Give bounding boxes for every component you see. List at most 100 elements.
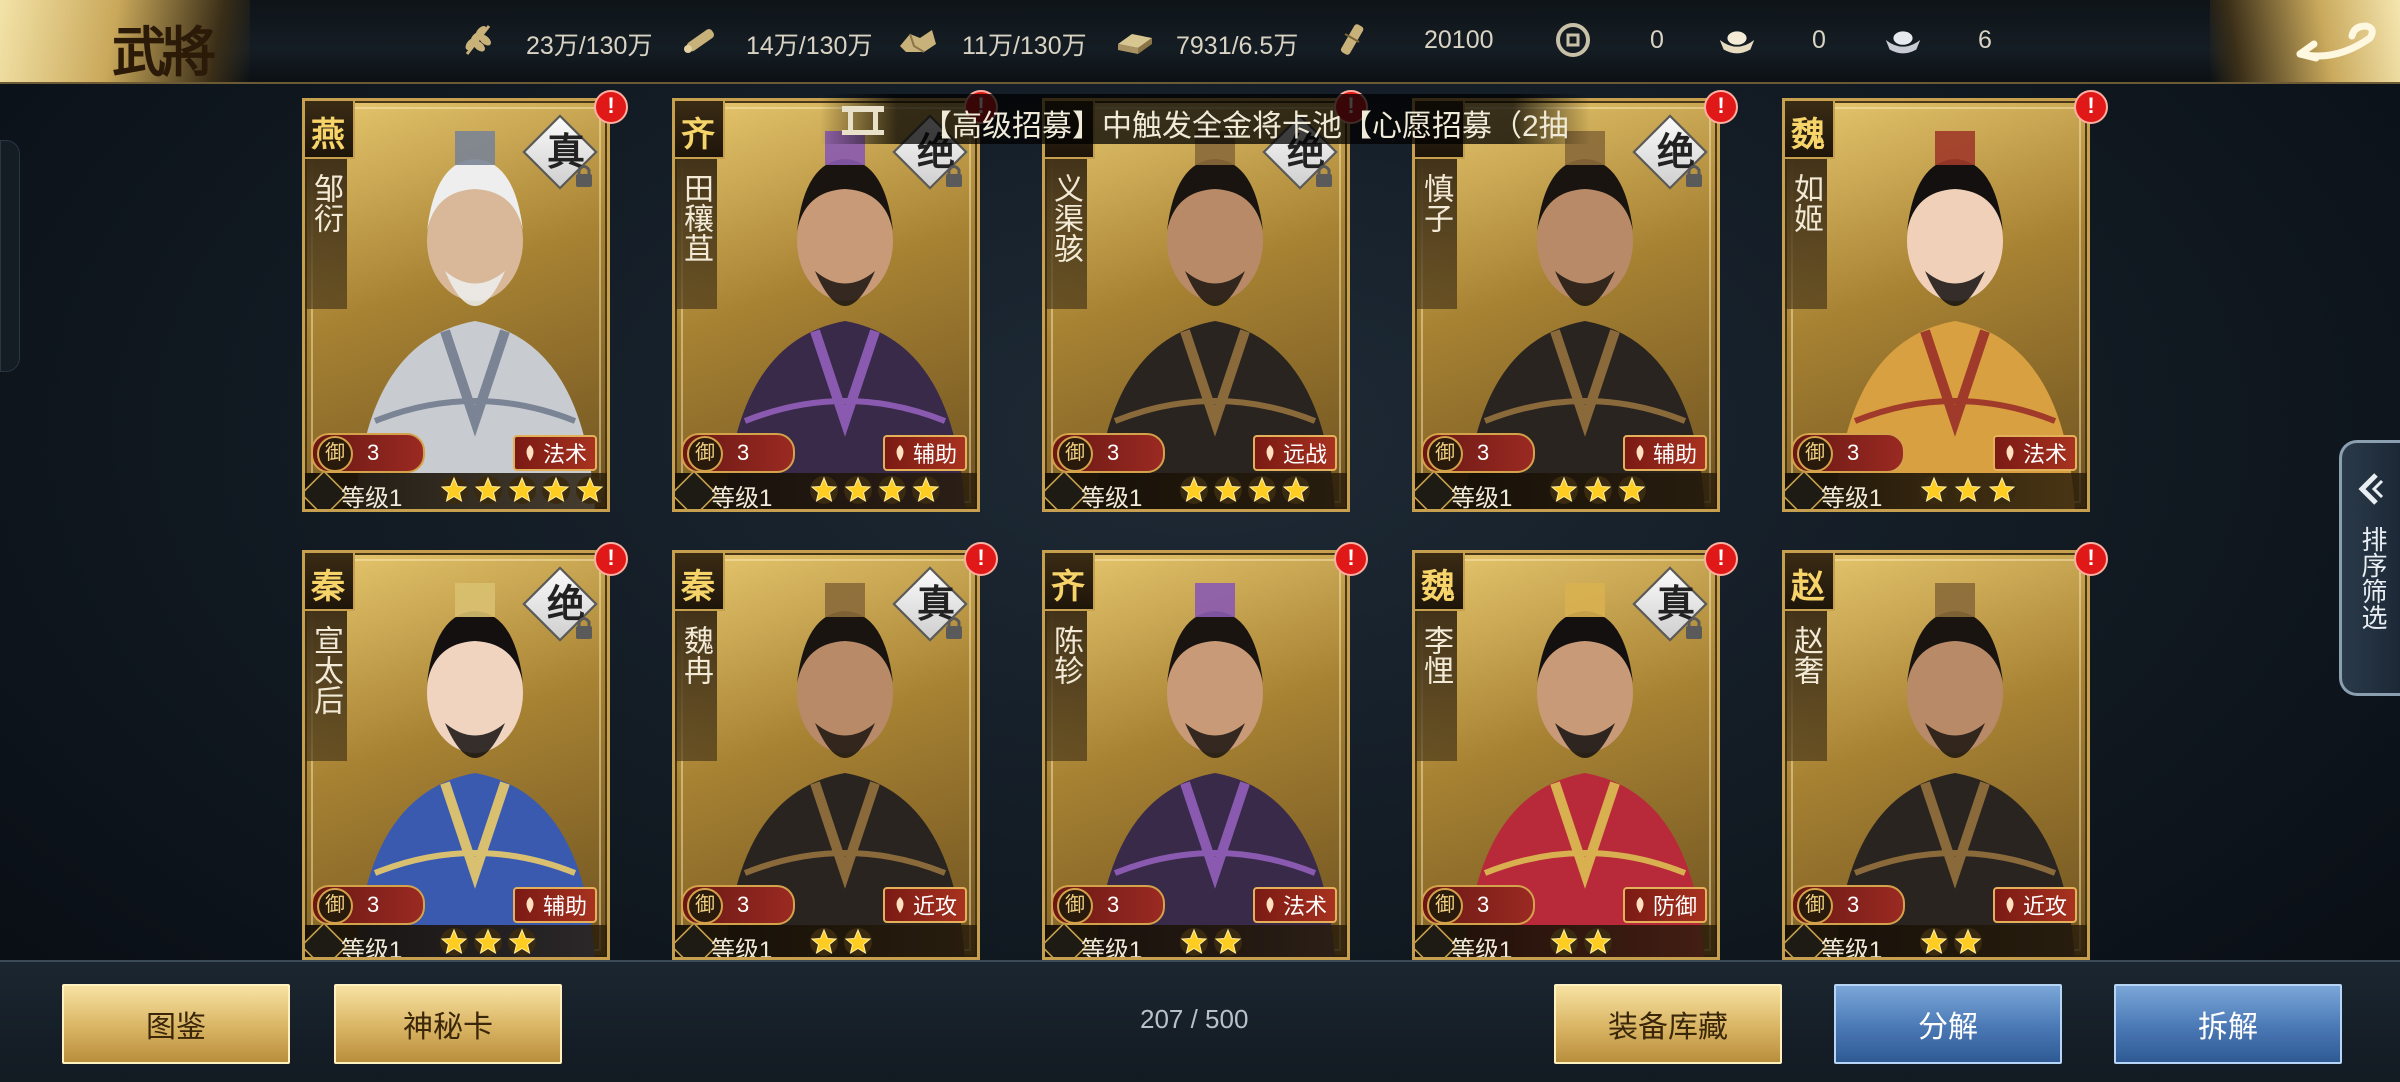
- gold-ingot-icon: [1716, 19, 1758, 61]
- support-icon: [526, 897, 534, 913]
- general-card[interactable]: 慎子 绝 御 3 辅助 等级1: [1412, 98, 1720, 512]
- star-rating: [439, 927, 537, 957]
- star-icon: [542, 476, 570, 504]
- announcement-icon: [842, 106, 884, 135]
- defense-icon: 御: [1427, 436, 1463, 472]
- alert-badge-icon: !: [964, 542, 998, 576]
- role-tag: 近攻: [1992, 887, 2077, 923]
- defense-stat: 御 3: [311, 433, 425, 473]
- star-icon: [912, 476, 940, 504]
- general-card[interactable]: 秦 宣太后 绝 御 3 辅助 等级1: [302, 550, 610, 960]
- defense-icon: 御: [687, 436, 723, 472]
- decree-value: 20100: [1424, 26, 1494, 54]
- star-icon: [1180, 928, 1208, 956]
- level-label: 等级1: [1081, 485, 1143, 512]
- general-name: 赵奢: [1788, 625, 1823, 685]
- role-label: 法术: [2022, 442, 2067, 467]
- defense-icon: 御: [317, 888, 353, 924]
- role-tag: 法术: [1992, 435, 2077, 471]
- star-icon: [440, 928, 468, 956]
- dismantle-button[interactable]: 拆解: [2114, 984, 2342, 1064]
- back-button[interactable]: [2210, 0, 2400, 82]
- general-name: 陈轸: [1048, 625, 1083, 685]
- resource-decree[interactable]: 20100: [1332, 18, 1494, 62]
- defense-stat: 御 3: [1791, 885, 1905, 925]
- defense-icon: 御: [687, 888, 723, 924]
- general-name: 义渠骇: [1048, 173, 1083, 263]
- equipment-storage-button[interactable]: 装备库藏: [1554, 984, 1782, 1064]
- role-label: 防御: [1652, 894, 1697, 919]
- star-icon: [1180, 476, 1208, 504]
- decompose-button[interactable]: 分解: [1834, 984, 2062, 1064]
- defense-stat: 御 3: [1791, 433, 1905, 473]
- silver-ingot-value: 6: [1978, 26, 1992, 54]
- resource-coin[interactable]: 0: [1552, 18, 1664, 62]
- level-label: 等级1: [711, 485, 773, 512]
- general-card[interactable]: 齐 陈轸 御 3 法术 等级1: [1042, 550, 1350, 960]
- star-rating: [1179, 475, 1311, 505]
- star-icon: [1550, 928, 1578, 956]
- general-card[interactable]: 赵 赵奢 御 3 近攻 等级1: [1782, 550, 2090, 960]
- role-tag: 辅助: [882, 435, 967, 471]
- resource-grain[interactable]: 23万/130万: [458, 18, 652, 62]
- general-card[interactable]: 秦 魏冉 真 御 3 近攻 等级1: [672, 550, 980, 960]
- star-icon: [844, 476, 872, 504]
- resource-gold-ingot[interactable]: 0: [1716, 18, 1826, 62]
- general-count: 207 / 500: [1140, 1004, 1249, 1034]
- atlas-button[interactable]: 图鉴: [62, 984, 290, 1064]
- resource-wood[interactable]: 14万/130万: [678, 18, 872, 62]
- role-label: 近攻: [2022, 894, 2067, 919]
- defense-icon: 御: [1057, 888, 1093, 924]
- general-card[interactable]: 燕 邹衍 真 御 3 法术 等级1: [302, 98, 610, 512]
- lock-icon: [946, 165, 962, 187]
- general-name: 李悝: [1418, 625, 1453, 685]
- alert-badge-icon: !: [594, 90, 628, 124]
- role-tag: 法术: [1252, 887, 1337, 923]
- shield-icon: [1636, 897, 1644, 913]
- general-card[interactable]: 魏 李悝 真 御 3 防御 等级1: [1412, 550, 1720, 960]
- resource-stone[interactable]: 11万/130万: [896, 18, 1087, 62]
- defense-value: 3: [1107, 440, 1120, 465]
- level-label: 等级1: [1451, 485, 1513, 512]
- star-icon: [1584, 928, 1612, 956]
- role-label: 近攻: [912, 894, 957, 919]
- resource-silver-ingot[interactable]: 6: [1882, 18, 1992, 62]
- star-icon: [1584, 476, 1612, 504]
- defense-icon: 御: [1797, 888, 1833, 924]
- general-card[interactable]: 齐 田穰苴 绝 御 3 辅助 等级1: [672, 98, 980, 512]
- level-label: 等级1: [341, 485, 403, 512]
- left-drawer-handle[interactable]: [0, 140, 20, 372]
- star-icon: [1920, 928, 1948, 956]
- coin-icon: [1552, 19, 1594, 61]
- star-icon: [508, 476, 536, 504]
- faction-label: 魏: [1421, 567, 1455, 607]
- gold-ingot-value: 0: [1812, 26, 1826, 54]
- defense-value: 3: [1477, 440, 1490, 465]
- star-icon: [474, 928, 502, 956]
- level-label: 等级1: [1821, 937, 1883, 960]
- general-card[interactable]: 义渠骇 绝 御 3 远战 等级1: [1042, 98, 1350, 512]
- support-icon: [896, 445, 904, 461]
- notice-text: 【高级招募】中触发全金将卡池【心愿招募（2抽: [922, 110, 1569, 143]
- defense-stat: 御 3: [1421, 885, 1535, 925]
- melee-icon: [2006, 897, 2014, 913]
- mystery-card-button[interactable]: 神秘卡: [334, 984, 562, 1064]
- general-card[interactable]: 魏 如姬 御 3 法术 等级1: [1782, 98, 2090, 512]
- general-name: 宣太后: [308, 625, 343, 715]
- coin-value: 0: [1650, 26, 1664, 54]
- alert-badge-icon: !: [2074, 542, 2108, 576]
- level-label: 等级1: [341, 937, 403, 960]
- lock-icon: [1316, 165, 1332, 187]
- defense-value: 3: [737, 440, 750, 465]
- defense-value: 3: [737, 892, 750, 917]
- defense-icon: 御: [1797, 436, 1833, 472]
- recruit-notice: 【高级招募】中触发全金将卡池【心愿招募（2抽: [820, 94, 1590, 144]
- stone-value: 11万/130万: [962, 32, 1087, 60]
- role-tag: 法术: [512, 435, 597, 471]
- level-label: 等级1: [1451, 937, 1513, 960]
- page-title: 武將: [112, 20, 216, 84]
- level-label: 等级1: [1821, 485, 1883, 512]
- faction-label: 秦: [311, 567, 345, 607]
- top-bar: 武將 23万/130万 14万/130万 11万/130万 7931/6.5万 …: [0, 0, 2400, 84]
- resource-iron[interactable]: 7931/6.5万: [1114, 18, 1298, 62]
